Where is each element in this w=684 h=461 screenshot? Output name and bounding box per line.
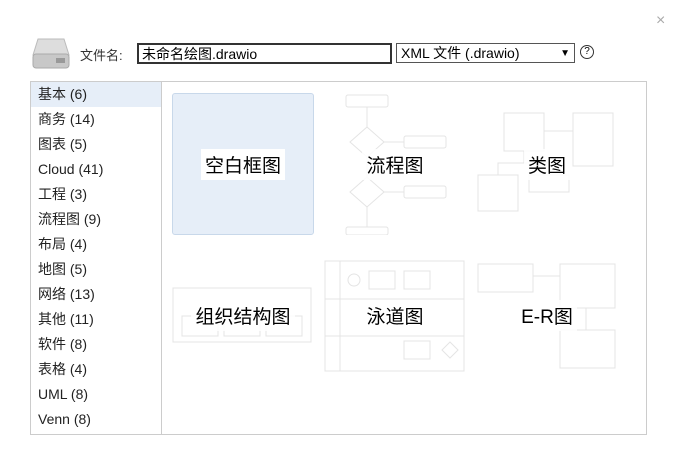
template-org-chart[interactable]: 组织结构图 (172, 244, 314, 386)
template-label: E-R图 (517, 299, 577, 331)
category-item[interactable]: 商务 (14) (31, 107, 161, 132)
template-blank[interactable]: 空白框图 (172, 93, 314, 235)
category-item[interactable]: 图表 (5) (31, 132, 161, 157)
category-item[interactable]: Cloud (41) (31, 157, 161, 182)
template-label: 流程图 (362, 148, 428, 180)
template-label: 组织结构图 (191, 299, 295, 331)
template-flowchart[interactable]: 流程图 (324, 93, 466, 235)
template-class-diagram[interactable]: 类图 (476, 93, 618, 235)
category-item[interactable]: 网络 (13) (31, 282, 161, 307)
category-item[interactable]: 布局 (4) (31, 232, 161, 257)
category-item[interactable]: 地图 (5) (31, 257, 161, 282)
category-list: 基本 (6) 商务 (14) 图表 (5) Cloud (41) 工程 (3) … (31, 82, 162, 434)
category-item[interactable]: 基本 (6) (31, 82, 161, 107)
category-item[interactable]: Venn (8) (31, 407, 161, 432)
category-item[interactable]: 其他 (11) (31, 307, 161, 332)
category-item[interactable]: 流程图 (9) (31, 207, 161, 232)
template-label: 空白框图 (200, 148, 285, 180)
category-item[interactable]: 软件 (8) (31, 332, 161, 357)
template-swimlane[interactable]: 泳道图 (324, 244, 466, 386)
close-icon[interactable]: × (656, 12, 665, 30)
template-label: 类图 (523, 148, 570, 180)
category-item[interactable]: 工程 (3) (31, 182, 161, 207)
template-label: 泳道图 (362, 299, 428, 331)
filetype-select[interactable]: XML 文件 (.drawio) ▼ (396, 43, 575, 63)
category-item[interactable]: UML (8) (31, 382, 161, 407)
filename-label: 文件名: (80, 48, 123, 63)
help-icon[interactable]: ? (580, 45, 594, 59)
filename-input[interactable] (137, 43, 392, 64)
template-panel: 基本 (6) 商务 (14) 图表 (5) Cloud (41) 工程 (3) … (30, 81, 647, 435)
drive-icon (32, 38, 70, 69)
template-er-diagram[interactable]: E-R图 (476, 244, 618, 386)
chevron-down-icon: ▼ (560, 47, 570, 59)
category-item[interactable]: 表格 (4) (31, 357, 161, 382)
filetype-value: XML 文件 (.drawio) (401, 45, 520, 61)
